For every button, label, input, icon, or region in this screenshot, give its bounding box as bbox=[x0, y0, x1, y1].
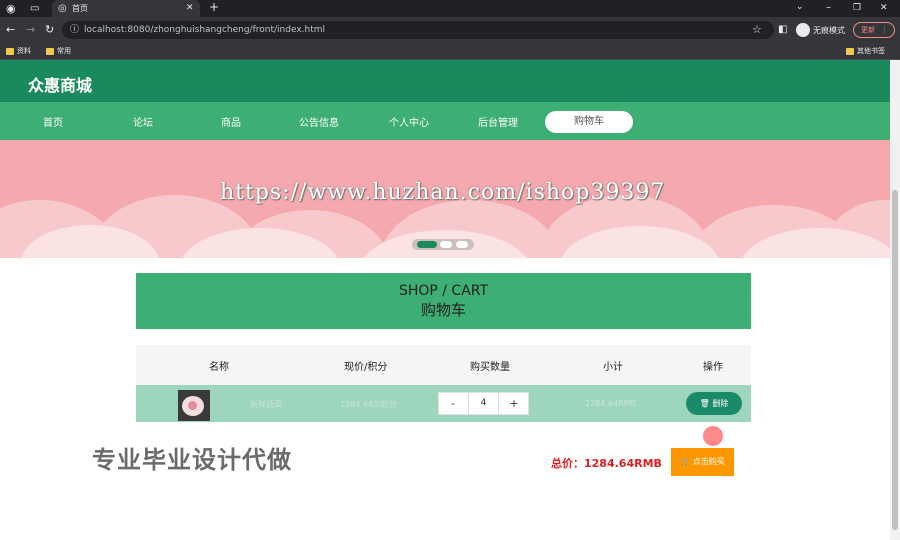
bookmark-star-icon[interactable]: ☆ bbox=[752, 24, 762, 35]
col-name: 名称 bbox=[209, 362, 229, 373]
back-icon[interactable]: ← bbox=[6, 24, 15, 35]
browser-toolbar: ← → ↻ ⓘ localhost:8080/zhonghuishangchen… bbox=[0, 17, 900, 43]
cart-table-header: 名称 现价/积分 购买数量 小计 操作 bbox=[136, 345, 751, 385]
nav-admin[interactable]: 后台管理 bbox=[478, 114, 518, 129]
browser-tab-bar: ◉ ▭ ◎ 首页 ✕ + ⌄ – ❐ ✕ bbox=[0, 0, 900, 17]
tab-search-icon[interactable]: ⌄ bbox=[796, 2, 804, 13]
folder-icon bbox=[846, 47, 854, 55]
carousel-dot-active[interactable] bbox=[417, 241, 437, 248]
cart-title-en: SHOP / CART bbox=[398, 283, 489, 299]
profile-label[interactable]: 无痕模式 bbox=[813, 25, 845, 36]
delete-label: 删除 bbox=[712, 399, 729, 408]
info-icon[interactable]: ⓘ bbox=[70, 25, 79, 36]
globe-icon: ◎ bbox=[58, 3, 67, 14]
close-tab-icon[interactable]: ✕ bbox=[186, 3, 194, 14]
total-price: 总价：1284.64RMB bbox=[551, 457, 662, 470]
tab-title: 首页 bbox=[72, 4, 88, 13]
site-title: 众惠商城 bbox=[28, 76, 93, 95]
col-price: 现价/积分 bbox=[344, 362, 388, 373]
url-text: localhost:8080/zhonghuishangcheng/front/… bbox=[84, 25, 326, 35]
product-price: 1284.64/0积分 bbox=[340, 400, 397, 409]
maximize-icon[interactable]: ❐ bbox=[853, 3, 861, 14]
buy-label: 点击购买 bbox=[692, 457, 725, 466]
cart-title-cn: 购物车 bbox=[420, 301, 466, 319]
buy-button[interactable]: 🛒 点击购买 bbox=[671, 448, 734, 476]
nav-profile[interactable]: 个人中心 bbox=[389, 114, 429, 129]
close-window-icon[interactable]: ✕ bbox=[880, 3, 888, 14]
nav-products[interactable]: 商品 bbox=[221, 114, 241, 129]
more-menu-icon: ⋮ bbox=[881, 26, 889, 34]
incognito-icon bbox=[796, 23, 810, 37]
folder-icon bbox=[46, 47, 54, 55]
promo-watermark: 专业毕业设计代做 bbox=[92, 446, 292, 474]
side-panel-icon[interactable]: ◧ bbox=[778, 24, 787, 35]
nav-home[interactable]: 首页 bbox=[43, 114, 63, 129]
new-tab-icon[interactable]: + bbox=[209, 1, 219, 13]
browser-tab-active[interactable]: ◎ 首页 ✕ bbox=[52, 0, 200, 17]
web-page: 众惠商城 首页 论坛 商品 公告信息 个人中心 后台管理 购物车 https:/… bbox=[0, 60, 890, 540]
cart-icon: 🛒 bbox=[680, 457, 691, 466]
bookmarks-bar: 资料 常用 其他书签 bbox=[0, 43, 900, 60]
other-bookmarks[interactable]: 其他书签 bbox=[846, 43, 885, 59]
bookmark-folder-1[interactable]: 资料 bbox=[6, 43, 31, 59]
decrease-button[interactable]: - bbox=[439, 393, 467, 414]
watermark-url: https://www.huzhan.com/ishop39397 bbox=[220, 180, 666, 205]
minimize-icon[interactable]: – bbox=[826, 2, 831, 13]
delete-button[interactable]: 🗑 删除 bbox=[686, 392, 742, 415]
nav-cart[interactable]: 购物车 bbox=[545, 111, 633, 133]
quantity-stepper: - 4 + bbox=[438, 392, 529, 415]
bookmark-label: 资料 bbox=[17, 47, 31, 55]
page-scrollbar[interactable] bbox=[890, 60, 900, 540]
update-button[interactable]: 更新 ⋮ bbox=[853, 22, 895, 38]
nav-forum[interactable]: 论坛 bbox=[133, 114, 153, 129]
other-bookmarks-label: 其他书签 bbox=[857, 47, 885, 55]
col-action: 操作 bbox=[703, 362, 723, 373]
site-header: 众惠商城 bbox=[0, 60, 890, 102]
product-thumbnail[interactable] bbox=[178, 390, 210, 421]
nav-notices[interactable]: 公告信息 bbox=[299, 114, 339, 129]
product-image-flower bbox=[188, 401, 197, 410]
cursor-highlight bbox=[703, 426, 723, 446]
increase-button[interactable]: + bbox=[500, 393, 528, 414]
update-label: 更新 bbox=[861, 26, 875, 34]
bookmark-folder-2[interactable]: 常用 bbox=[46, 43, 71, 59]
bookmark-label: 常用 bbox=[57, 47, 71, 55]
address-field[interactable]: ⓘ localhost:8080/zhonghuishangcheng/fron… bbox=[62, 21, 774, 39]
reload-icon[interactable]: ↻ bbox=[45, 24, 54, 35]
forward-icon[interactable]: → bbox=[26, 24, 35, 35]
quantity-value[interactable]: 4 bbox=[468, 393, 499, 414]
cart-title-box: SHOP / CART 购物车 bbox=[136, 273, 751, 329]
trash-icon: 🗑 bbox=[699, 399, 710, 408]
col-subtotal: 小计 bbox=[603, 362, 623, 373]
table-row: 新鲜蔬菜 1284.64/0积分 - 4 + 1284.64RMB 🗑 删除 bbox=[136, 385, 751, 422]
product-name[interactable]: 新鲜蔬菜 bbox=[250, 399, 282, 410]
browser-menu-icon[interactable]: ◉ bbox=[6, 3, 16, 14]
row-subtotal: 1284.64RMB bbox=[585, 399, 637, 408]
folder-icon bbox=[6, 47, 14, 55]
scrollbar-thumb[interactable] bbox=[892, 190, 898, 530]
col-quantity: 购买数量 bbox=[470, 362, 510, 373]
carousel-dot[interactable] bbox=[456, 241, 468, 248]
main-nav: 首页 论坛 商品 公告信息 个人中心 后台管理 购物车 bbox=[0, 102, 890, 140]
carousel-dot[interactable] bbox=[440, 241, 452, 248]
tab-group-icon[interactable]: ▭ bbox=[30, 3, 39, 14]
